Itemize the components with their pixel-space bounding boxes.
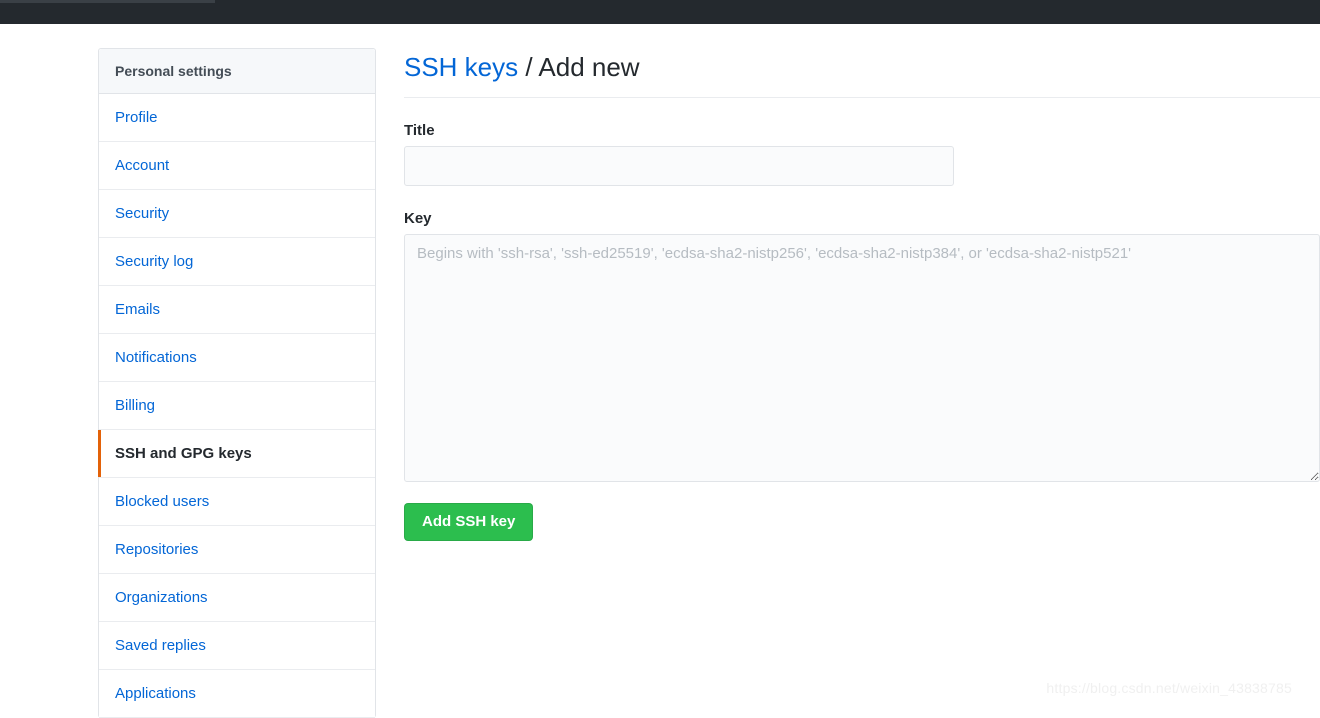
breadcrumb-ssh-keys-link[interactable]: SSH keys bbox=[404, 52, 518, 82]
sidebar-item-ssh-and-gpg-keys[interactable]: SSH and GPG keys bbox=[98, 430, 375, 478]
sidebar-item-label: Account bbox=[115, 157, 170, 174]
sidebar-item-profile[interactable]: Profile bbox=[99, 94, 375, 142]
personal-settings-sidebar: Personal settings Profile Account Securi… bbox=[98, 48, 376, 718]
main-content: SSH keys / Add new Title Key Add SSH key bbox=[404, 48, 1320, 541]
sidebar-item-emails[interactable]: Emails bbox=[99, 286, 375, 334]
sidebar-item-label: Blocked users bbox=[115, 493, 210, 510]
sidebar-item-label: Emails bbox=[115, 301, 161, 318]
page-title: SSH keys / Add new bbox=[404, 48, 1320, 98]
sidebar-item-notifications[interactable]: Notifications bbox=[99, 334, 375, 382]
sidebar-item-billing[interactable]: Billing bbox=[99, 382, 375, 430]
add-ssh-key-button[interactable]: Add SSH key bbox=[404, 503, 534, 541]
sidebar-item-label: Organizations bbox=[115, 589, 208, 606]
sidebar-item-label: SSH and GPG keys bbox=[115, 445, 252, 462]
page-load-progress-bar bbox=[0, 0, 215, 3]
key-textarea[interactable] bbox=[404, 234, 1320, 482]
sidebar-item-repositories[interactable]: Repositories bbox=[99, 526, 375, 574]
watermark-text: https://blog.csdn.net/weixin_43838785 bbox=[1046, 680, 1292, 696]
top-navigation-bar bbox=[0, 0, 1320, 24]
sidebar-item-label: Notifications bbox=[115, 349, 197, 366]
breadcrumb-current: Add new bbox=[538, 52, 640, 82]
sidebar-item-security-log[interactable]: Security log bbox=[99, 238, 375, 286]
sidebar-item-account[interactable]: Account bbox=[99, 142, 375, 190]
sidebar-item-label: Billing bbox=[115, 397, 156, 414]
sidebar-item-applications[interactable]: Applications bbox=[99, 670, 375, 718]
title-input[interactable] bbox=[404, 146, 954, 186]
sidebar-item-organizations[interactable]: Organizations bbox=[99, 574, 375, 622]
sidebar-item-label: Repositories bbox=[115, 541, 199, 558]
sidebar-item-blocked-users[interactable]: Blocked users bbox=[99, 478, 375, 526]
sidebar-item-label: Saved replies bbox=[115, 637, 206, 654]
breadcrumb-separator: / bbox=[518, 52, 539, 82]
sidebar-item-label: Profile bbox=[115, 109, 158, 126]
sidebar-item-security[interactable]: Security bbox=[99, 190, 375, 238]
sidebar-item-label: Security log bbox=[115, 253, 194, 270]
sidebar-item-saved-replies[interactable]: Saved replies bbox=[99, 622, 375, 670]
title-field-label: Title bbox=[404, 122, 435, 139]
sidebar-item-label: Security bbox=[115, 205, 170, 222]
page-body: Personal settings Profile Account Securi… bbox=[0, 24, 1320, 718]
key-field-label: Key bbox=[404, 210, 432, 227]
sidebar-item-label: Applications bbox=[115, 685, 196, 702]
sidebar-header: Personal settings bbox=[99, 49, 375, 94]
